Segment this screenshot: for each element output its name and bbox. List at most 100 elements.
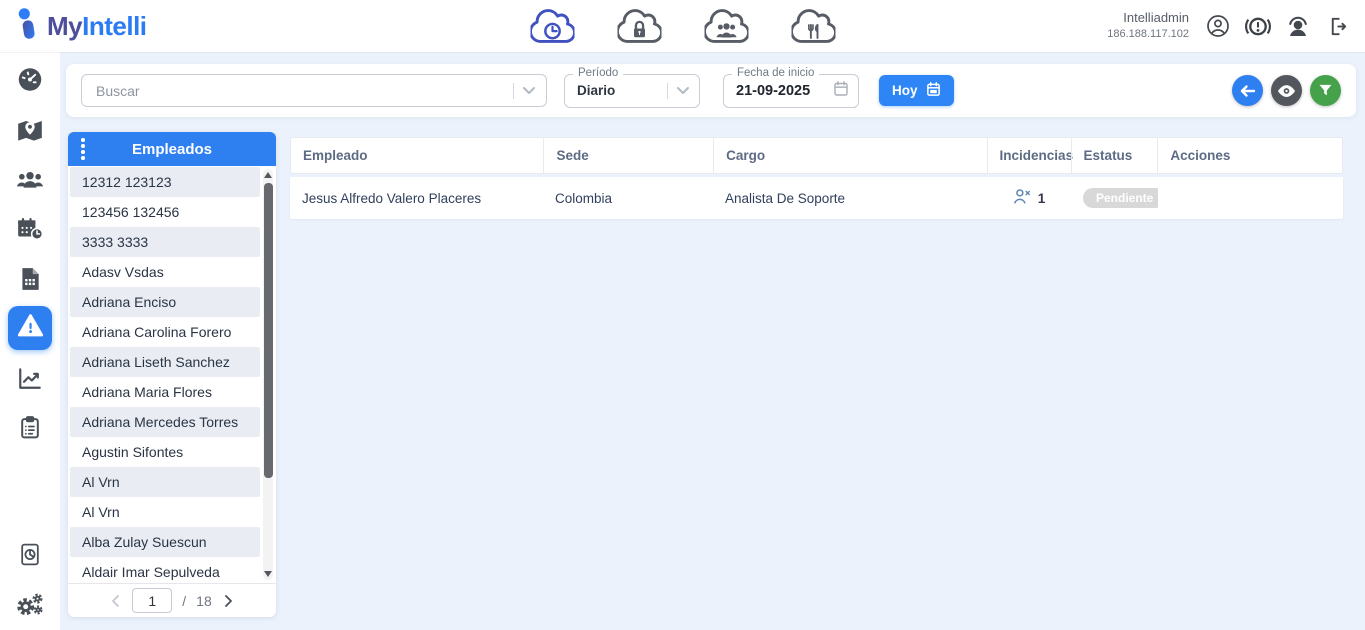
module-cloud-utensils[interactable] — [790, 7, 836, 45]
cell-cargo: Analista De Soporte — [725, 190, 846, 206]
cell-estatus: Pendiente — [1071, 188, 1158, 208]
person-x-icon — [1013, 188, 1032, 208]
cell-incidencias: 1 — [987, 188, 1071, 208]
employees-panel: Empleados 12312 123123 123456 132456 333… — [68, 132, 276, 617]
alert-icon[interactable] — [1245, 13, 1271, 39]
column-header-acciones[interactable]: Acciones — [1157, 138, 1342, 173]
start-date-label: Fecha de inicio — [732, 66, 820, 79]
column-header-estatus[interactable]: Estatus — [1070, 138, 1158, 173]
line-chart-icon — [17, 365, 43, 396]
search-combobox[interactable] — [81, 74, 547, 107]
scrollbar-thumb[interactable] — [263, 183, 273, 478]
status-badge: Pendiente — [1083, 188, 1158, 208]
separator — [513, 82, 514, 99]
table-header: Empleado Sede Cargo Incidencias Estatus … — [290, 137, 1343, 174]
employee-list-item[interactable]: Adriana Enciso — [70, 287, 260, 317]
filter-button[interactable] — [1310, 75, 1341, 106]
file-grid-icon — [17, 266, 43, 297]
employees-panel-header: Empleados — [68, 132, 276, 166]
calendar-clock-icon — [16, 216, 44, 247]
sidebar — [0, 52, 60, 630]
total-pages: 18 — [196, 592, 212, 609]
employee-list-item[interactable]: Aldair Imar Sepulveda — [70, 557, 260, 583]
user-area: Intelliadmin 186.188.117.102 — [1107, 10, 1365, 41]
profile-icon[interactable] — [1205, 13, 1231, 39]
today-button[interactable]: Hoy — [879, 75, 954, 106]
column-header-sede[interactable]: Sede — [543, 138, 713, 173]
brand-name: MyIntelli — [47, 10, 147, 41]
sidebar-item-settings[interactable] — [16, 591, 44, 622]
gauge-icon — [17, 66, 44, 98]
calendar-icon[interactable] — [833, 80, 849, 102]
sidebar-item-schedules[interactable] — [16, 216, 44, 247]
module-cloud-people[interactable] — [703, 7, 749, 45]
cell-empleado: Jesus Alfredo Valero Placeres — [302, 190, 482, 206]
page-separator: / — [182, 592, 187, 609]
scroll-up-arrow[interactable] — [264, 172, 272, 178]
sidebar-item-tasks[interactable] — [18, 415, 43, 445]
list-pagination: / 18 — [68, 583, 276, 617]
support-icon[interactable] — [1285, 13, 1311, 39]
today-button-label: Hoy — [892, 83, 918, 98]
incidents-table: Empleado Sede Cargo Incidencias Estatus … — [290, 137, 1343, 219]
start-date-field[interactable]: Fecha de inicio 21-09-2025 — [723, 66, 859, 108]
employee-list-item[interactable]: Adriana Carolina Forero — [70, 317, 260, 347]
module-cloud-clock[interactable] — [529, 7, 575, 45]
sidebar-item-report-doc[interactable] — [18, 542, 43, 572]
user-name: Intelliadmin — [1123, 10, 1189, 26]
kebab-menu-icon[interactable] — [81, 138, 85, 160]
column-header-empleado[interactable]: Empleado — [291, 138, 543, 173]
column-header-cargo[interactable]: Cargo — [713, 138, 986, 173]
sidebar-item-dashboard[interactable] — [17, 66, 44, 98]
sidebar-item-employees[interactable] — [16, 166, 44, 199]
map-pin-icon — [17, 117, 44, 149]
search-input[interactable] — [96, 82, 507, 99]
employee-list-item[interactable]: Adriana Liseth Sanchez — [70, 347, 260, 377]
employee-list-item[interactable]: Adriana Maria Flores — [70, 377, 260, 407]
employee-list-item[interactable]: Al Vrn — [70, 497, 260, 527]
filter-bar: Período Diario Fecha de inicio 21-09-202… — [66, 64, 1356, 117]
previous-page-button[interactable] — [109, 592, 122, 610]
module-cloud-lock[interactable] — [616, 7, 662, 45]
warning-triangle-icon — [17, 312, 44, 344]
module-switcher — [529, 0, 836, 52]
employee-list-item[interactable]: Alba Zulay Suescun — [70, 527, 260, 557]
logout-icon[interactable] — [1325, 13, 1351, 39]
sidebar-item-reports-chart[interactable] — [17, 365, 43, 396]
employee-list-item[interactable]: 123456 132456 — [70, 197, 260, 227]
chevron-down-icon[interactable] — [522, 82, 536, 100]
scroll-down-arrow[interactable] — [264, 571, 272, 577]
employee-list: 12312 123123 123456 132456 3333 3333 Ada… — [68, 166, 276, 583]
logo[interactable]: MyIntelli — [0, 7, 147, 45]
calendar-icon — [926, 81, 941, 100]
employee-list-item[interactable]: Agustin Sifontes — [70, 437, 260, 467]
back-button[interactable] — [1232, 75, 1263, 106]
start-date-value: 21-09-2025 — [736, 82, 811, 99]
employees-panel-title: Empleados — [131, 140, 213, 158]
separator — [667, 82, 668, 99]
page-input[interactable] — [132, 588, 173, 613]
employee-list-item[interactable]: 3333 3333 — [70, 227, 260, 257]
employee-list-item[interactable]: Adasv Vsdas — [70, 257, 260, 287]
sidebar-item-incidents[interactable] — [8, 306, 52, 350]
sidebar-item-records[interactable] — [17, 266, 43, 297]
employee-list-item[interactable]: Adriana Mercedes Torres — [70, 407, 260, 437]
next-page-button[interactable] — [222, 592, 235, 610]
chevron-down-icon[interactable] — [676, 82, 690, 100]
sidebar-item-map[interactable] — [17, 117, 44, 149]
employee-list-item[interactable]: Al Vrn — [70, 467, 260, 497]
user-ip: 186.188.117.102 — [1107, 28, 1189, 41]
period-label: Período — [573, 66, 624, 79]
list-scrollbar[interactable] — [263, 169, 273, 580]
report-pie-icon — [18, 542, 43, 572]
table-row[interactable]: Jesus Alfredo Valero Placeres Colombia A… — [290, 177, 1343, 219]
employee-list-item[interactable]: 12312 123123 — [70, 167, 260, 197]
visibility-button[interactable] — [1271, 75, 1302, 106]
column-header-incidencias[interactable]: Incidencias — [986, 138, 1073, 173]
period-select[interactable]: Período Diario — [564, 66, 700, 108]
clipboard-list-icon — [18, 415, 43, 445]
cell-sede: Colombia — [555, 190, 613, 206]
gears-icon — [16, 591, 44, 622]
app-root: MyIntelli Intelliadmin 186.188.117.102 B… — [0, 0, 1365, 630]
incidencias-count: 1 — [1037, 190, 1046, 206]
